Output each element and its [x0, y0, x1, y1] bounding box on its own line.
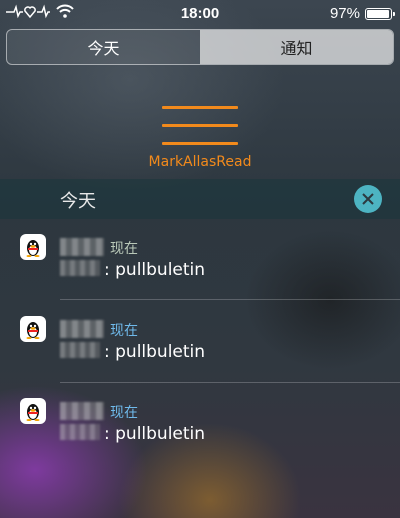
- status-bar: 18:00 97%: [0, 0, 400, 26]
- notification-time: 现在: [110, 323, 138, 339]
- battery-percent: 97%: [329, 5, 360, 22]
- section-header: 今天: [0, 179, 400, 219]
- divider: [60, 382, 400, 383]
- section-title: 今天: [60, 191, 96, 212]
- hamburger-bar: [162, 124, 238, 127]
- notification-message: : pullbuletin: [104, 260, 206, 280]
- notification-item[interactable]: 现在 : pullbuletin: [0, 226, 400, 306]
- qq-penguin-icon: [20, 398, 46, 424]
- tab-notifications-label: 通知: [280, 39, 313, 58]
- hamburger-bar: [162, 106, 238, 109]
- notification-time: 现在: [110, 241, 138, 257]
- sender-id-redacted: [60, 342, 100, 358]
- battery-icon: [365, 7, 395, 20]
- qq-penguin-icon: [20, 234, 46, 260]
- segmented-control: 今天 通知: [6, 29, 394, 65]
- sender-name-redacted: [60, 320, 104, 338]
- battery-fill: [367, 9, 390, 18]
- tab-today[interactable]: 今天: [7, 30, 200, 64]
- notification-message: : pullbuletin: [104, 424, 206, 444]
- mark-all-read-button[interactable]: MarkAllasRead: [100, 154, 300, 170]
- sender-name-redacted: [60, 238, 104, 256]
- qq-penguin-icon: [20, 316, 46, 342]
- notification-message: : pullbuletin: [104, 342, 206, 362]
- sender-id-redacted: [60, 424, 100, 440]
- close-icon[interactable]: [354, 185, 382, 213]
- notification-item[interactable]: 现在 : pullbuletin: [0, 308, 400, 388]
- hamburger-bar: [162, 142, 238, 145]
- notification-item[interactable]: 现在 : pullbuletin: [0, 390, 400, 470]
- sender-name-redacted: [60, 402, 104, 420]
- tab-today-label: 今天: [87, 39, 120, 58]
- notification-time: 现在: [110, 405, 138, 421]
- status-right: 97%: [329, 5, 395, 22]
- divider: [60, 299, 400, 300]
- tab-notifications[interactable]: 通知: [200, 30, 393, 64]
- hamburger-icon[interactable]: [158, 104, 242, 150]
- sender-id-redacted: [60, 260, 100, 276]
